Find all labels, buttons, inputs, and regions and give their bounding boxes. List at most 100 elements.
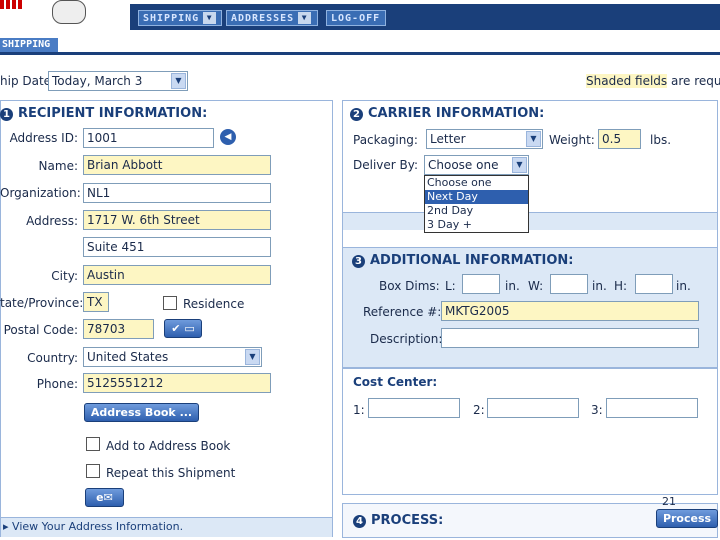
phone-input[interactable]: 5125551212 (83, 373, 271, 393)
arrow-right-icon: ▸ (3, 520, 9, 533)
cost-center-3-label: 3: (591, 403, 603, 417)
length-input[interactable] (462, 274, 500, 294)
recipient-title: RECIPIENT INFORMATION: (18, 106, 208, 121)
packaging-select[interactable]: Letter ▼ (426, 129, 543, 149)
cost-center-2-label: 2: (473, 403, 485, 417)
description-label: Description: (370, 332, 443, 346)
country-label: Country: (27, 351, 78, 365)
phone-label: Phone: (36, 377, 78, 391)
packaging-value: Letter (430, 132, 466, 146)
length-label: L: (445, 279, 456, 293)
nav-addresses-label: ADDRESSES (231, 12, 295, 24)
deliver-by-label: Deliver By: (353, 158, 419, 172)
chevron-down-icon: ▼ (245, 349, 260, 365)
width-unit: in. (592, 279, 607, 293)
verify-address-button[interactable]: ✔ ▭ (164, 319, 202, 338)
city-input[interactable]: Austin (83, 265, 271, 285)
tab-shipping[interactable]: SHIPPING (0, 38, 58, 52)
section-number: 3 (352, 255, 365, 268)
weight-label: Weight: (549, 133, 595, 147)
address-line2-input[interactable]: Suite 451 (83, 237, 271, 257)
reference-label: Reference #: (363, 305, 442, 319)
chevron-down-icon: ▼ (526, 131, 541, 147)
chevron-down-icon: ▼ (171, 73, 186, 89)
deliver-by-select[interactable]: Choose one ▼ (424, 155, 529, 175)
weight-unit: lbs. (650, 133, 672, 147)
country-value: United States (87, 350, 169, 364)
height-unit: in. (676, 279, 691, 293)
organization-label: Organization: (0, 186, 81, 200)
additional-title: ADDITIONAL INFORMATION: (370, 253, 574, 268)
ship-date-select[interactable]: Today, March 3 ▼ (48, 71, 188, 91)
state-label: tate/Province: (0, 296, 84, 310)
chevron-down-icon: ▼ (512, 157, 527, 173)
add-to-address-book-checkbox[interactable] (86, 437, 100, 451)
ship-date-value: Today, March 3 (52, 74, 143, 88)
ship-date-label: hip Date (0, 74, 52, 88)
weight-input[interactable]: 0.5 (598, 129, 641, 149)
deliver-by-value: Choose one (428, 158, 499, 172)
country-select[interactable]: United States ▼ (83, 347, 262, 367)
name-label: Name: (38, 159, 78, 173)
cost-center-3-input[interactable] (606, 398, 698, 418)
carrier-title: CARRIER INFORMATION: (368, 106, 545, 121)
checkmark-icon: ✔ (171, 322, 181, 335)
name-input[interactable]: Brian Abbott (83, 155, 271, 175)
nav-logoff-label: LOG-OFF (331, 12, 381, 24)
shaded-fields-emph: Shaded fields (586, 74, 668, 88)
width-label: W: (528, 279, 544, 293)
section-number: 2 (350, 108, 363, 121)
height-label: H: (614, 279, 628, 293)
shaded-fields-note: Shaded fields are requir (586, 74, 720, 88)
address-book-button[interactable]: Address Book ... (84, 403, 199, 422)
address-id-label: Address ID: (9, 131, 78, 145)
postal-code-input[interactable]: 78703 (83, 319, 154, 339)
city-label: City: (51, 269, 78, 283)
tab-divider (0, 52, 720, 55)
chevron-down-icon: ▼ (203, 12, 217, 24)
additional-heading: 3 ADDITIONAL INFORMATION: (352, 253, 573, 268)
carrier-heading: 2 CARRIER INFORMATION: (350, 106, 544, 121)
nav-shipping-label: SHIPPING (143, 12, 200, 24)
width-input[interactable] (550, 274, 588, 294)
length-unit: in. (505, 279, 520, 293)
process-title: PROCESS: (371, 513, 444, 528)
reference-input[interactable]: MKTG2005 (441, 301, 699, 321)
deliver-option[interactable]: 2nd Day (425, 204, 528, 218)
cost-center-title: Cost Center: (353, 375, 438, 389)
repeat-shipment-checkbox[interactable] (86, 464, 100, 478)
state-input[interactable]: TX (83, 292, 109, 312)
address-id-input[interactable]: 1001 (83, 128, 214, 148)
nav-logoff-button[interactable]: LOG-OFF (326, 10, 386, 26)
view-address-info-label: View Your Address Information. (12, 520, 184, 533)
section-number: 4 (353, 515, 366, 528)
process-button[interactable]: Process (656, 509, 718, 528)
address-line1-input[interactable]: 1717 W. 6th Street (83, 210, 271, 230)
add-to-address-book-label: Add to Address Book (106, 439, 231, 453)
deliver-option-selected[interactable]: Next Day (425, 190, 528, 204)
residence-label: Residence (183, 297, 245, 311)
deliver-option[interactable]: Choose one (425, 176, 528, 190)
card-icon: ▭ (184, 322, 195, 335)
residence-checkbox[interactable] (163, 296, 177, 310)
description-input[interactable] (441, 328, 699, 348)
organization-input[interactable]: NL1 (83, 183, 271, 203)
section-number: 1 (0, 108, 13, 121)
email-notify-button[interactable]: e✉ (85, 488, 124, 507)
recipient-heading: 1 RECIPIENT INFORMATION: (0, 106, 207, 121)
packaging-label: Packaging: (353, 133, 418, 147)
lookup-arrow-icon[interactable]: ◀ (220, 129, 236, 145)
cost-center-1-input[interactable] (368, 398, 460, 418)
deliver-option[interactable]: 3 Day + (425, 218, 528, 232)
cost-center-2-input[interactable] (487, 398, 579, 418)
box-dims-label: Box Dims: (379, 279, 440, 293)
email-icon: e✉ (96, 491, 113, 504)
flag-icon (0, 0, 22, 9)
view-address-info-link[interactable]: ▸ View Your Address Information. (1, 517, 332, 537)
height-input[interactable] (635, 274, 673, 294)
nav-shipping-button[interactable]: SHIPPING ▼ (138, 10, 222, 26)
cost-center-1-label: 1: (353, 403, 365, 417)
nav-addresses-button[interactable]: ADDRESSES ▼ (226, 10, 318, 26)
address-label: Address: (26, 214, 78, 228)
chevron-down-icon: ▼ (298, 12, 312, 24)
